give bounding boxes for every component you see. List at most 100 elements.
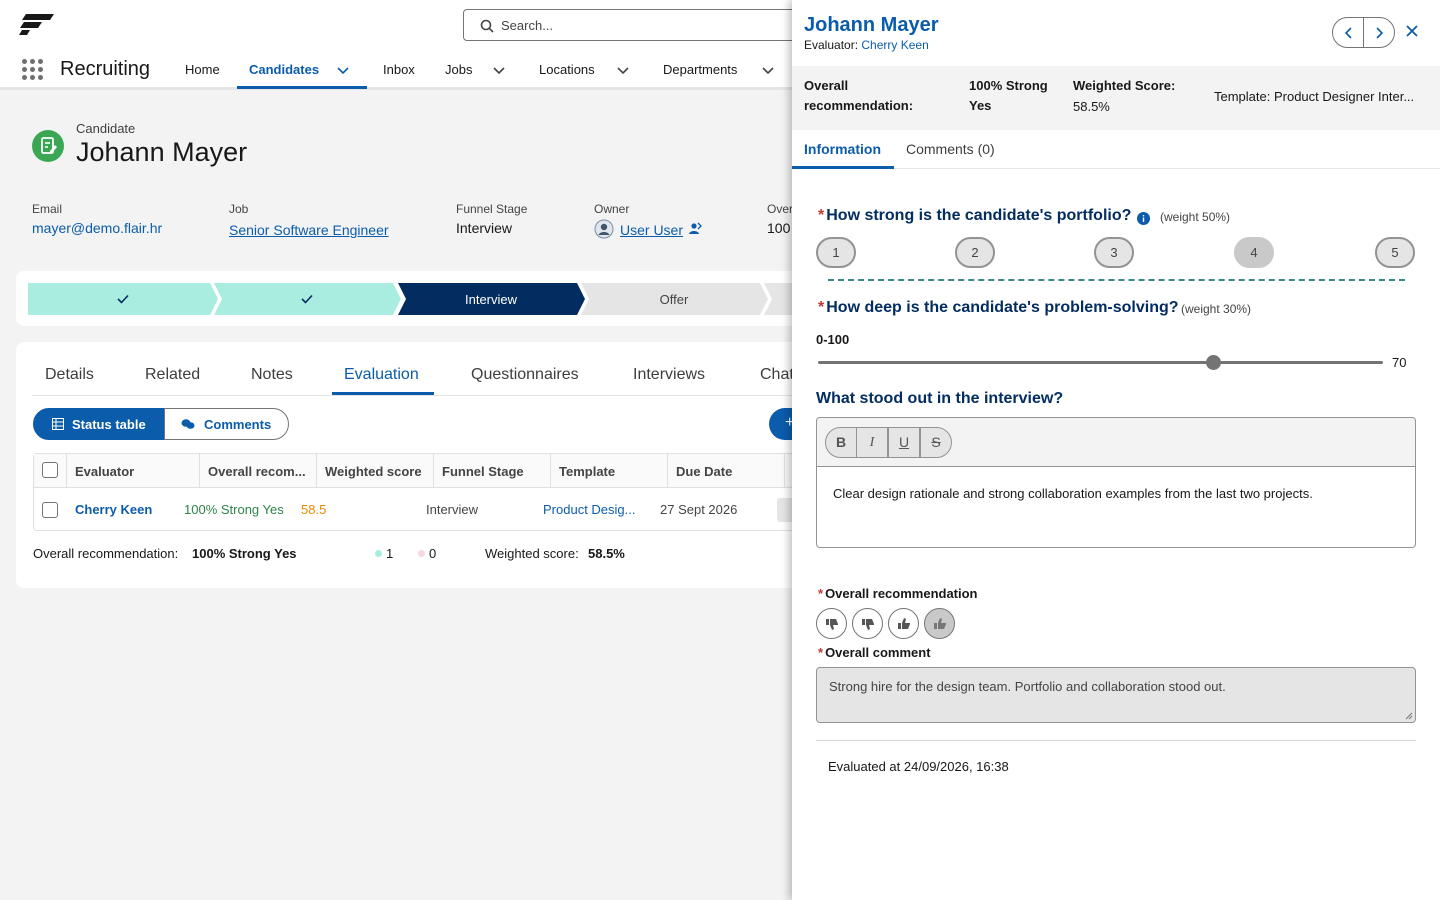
tab-related[interactable]: Related — [145, 366, 200, 384]
tab-chat[interactable]: Chat — [760, 366, 792, 384]
change-owner-icon[interactable] — [688, 222, 702, 236]
column-header[interactable]: Weighted score — [317, 454, 434, 487]
underline-button[interactable]: U — [888, 427, 920, 458]
resize-handle-icon[interactable] — [1405, 712, 1413, 720]
tab-notes[interactable]: Notes — [251, 366, 293, 384]
nav-locations[interactable]: Locations — [539, 62, 595, 77]
column-header[interactable]: Overall recom... — [200, 454, 317, 487]
evaluator-link[interactable]: Cherry Keen — [861, 38, 928, 52]
chevron-down-icon[interactable] — [616, 63, 630, 77]
info-icon[interactable] — [1137, 212, 1150, 225]
overall-comment-textarea[interactable]: Strong hire for the design team. Portfol… — [816, 667, 1416, 723]
italic-button[interactable]: I — [856, 427, 888, 458]
select-all-checkbox[interactable] — [42, 462, 58, 478]
previous-button[interactable] — [1332, 17, 1364, 48]
slider-thumb[interactable] — [1206, 355, 1221, 370]
tabs-card: Details Related Notes Evaluation Questio… — [16, 342, 817, 588]
required-marker: * — [818, 586, 824, 601]
path-step-interview[interactable]: Interview — [396, 283, 586, 315]
thumbs-down-icon — [861, 618, 874, 630]
chevron-right-icon — [1376, 27, 1384, 39]
tab-comments[interactable]: Comments (0) — [906, 141, 995, 157]
column-header[interactable]: Template — [551, 454, 668, 487]
evaluated-at: Evaluated at 24/09/2026, 16:38 — [828, 759, 1009, 774]
path-step-complete-1[interactable] — [28, 283, 218, 315]
tab-interviews[interactable]: Interviews — [633, 366, 705, 384]
question-problem-solving-weight: (weight 30%) — [1181, 302, 1252, 316]
required-marker: * — [818, 645, 824, 660]
nav-home[interactable]: Home — [185, 62, 220, 77]
yes-button[interactable] — [888, 608, 919, 639]
chevron-down-icon[interactable] — [492, 63, 506, 77]
bold-button[interactable]: B — [825, 427, 857, 458]
divider — [816, 740, 1416, 741]
app-name: Recruiting — [60, 58, 151, 80]
tab-evaluation[interactable]: Evaluation — [344, 366, 419, 384]
overall-comment-text: Strong hire for the design team. Portfol… — [829, 679, 1226, 694]
status-table-label: Status table — [72, 416, 146, 432]
question-portfolio-weight: (weight 50%) — [1160, 210, 1231, 224]
overall-summary-value: 100% Strong Yes — [192, 546, 297, 561]
nav-departments[interactable]: Departments — [663, 62, 737, 77]
tab-active-indicator — [332, 392, 434, 395]
owner-link[interactable]: User User — [620, 222, 683, 238]
template-meta: Template: Product Designer Inter... — [1214, 89, 1415, 104]
question-stood-out-title: What stood out in the interview? — [816, 390, 1064, 407]
chat-bubbles-icon — [181, 419, 195, 429]
email-link[interactable]: mayer@demo.flair.hr — [32, 220, 162, 236]
weighted-meta-label: Weighted Score: — [1073, 78, 1176, 93]
tab-divider — [32, 395, 816, 396]
rating-option-1[interactable]: 1 — [816, 237, 856, 268]
nav-jobs[interactable]: Jobs — [445, 62, 472, 77]
nav-active-indicator — [237, 86, 367, 89]
column-header[interactable]: Evaluator — [67, 454, 200, 487]
column-header[interactable]: Funnel Stage — [434, 454, 551, 487]
rating-option-2[interactable]: 2 — [955, 237, 995, 268]
chevron-down-icon[interactable] — [336, 63, 350, 77]
app-launcher-icon[interactable] — [22, 59, 44, 81]
overall-meta-value: 100% Strong Yes — [969, 78, 1048, 113]
global-search-input[interactable]: Search... — [463, 9, 823, 41]
close-icon[interactable] — [1404, 23, 1420, 39]
check-icon — [301, 294, 313, 304]
tab-information[interactable]: Information — [804, 141, 881, 157]
evaluator-link[interactable]: Cherry Keen — [75, 502, 152, 517]
path-step-complete-2[interactable] — [212, 283, 402, 315]
question-problem-solving-title: * How deep is the candidate's problem-sol… — [818, 299, 1179, 316]
tab-questionnaires[interactable]: Questionnaires — [471, 366, 579, 384]
template-link[interactable]: Product Desig... — [543, 502, 636, 517]
job-link[interactable]: Senior Software Engineer — [229, 222, 389, 238]
header-divider — [34, 487, 817, 488]
next-button[interactable] — [1363, 17, 1395, 48]
editor-content[interactable]: Clear design rationale and strong collab… — [833, 486, 1313, 501]
overall-summary-label: Overall recommendation: — [33, 546, 179, 561]
panel-title: Johann Mayer — [804, 14, 939, 36]
nav-candidates[interactable]: Candidates — [249, 62, 319, 77]
rating-option-5[interactable]: 5 — [1375, 237, 1415, 268]
job-label: Job — [229, 202, 249, 216]
chevron-down-icon[interactable] — [761, 63, 775, 77]
no-button[interactable] — [852, 608, 883, 639]
weighted-summary-value: 58.5% — [588, 546, 625, 561]
strikethrough-button[interactable]: S — [920, 427, 952, 458]
slider-track[interactable] — [818, 361, 1383, 364]
row-checkbox[interactable] — [42, 502, 58, 518]
column-header[interactable]: Due Date — [668, 454, 785, 487]
question-portfolio-title: * How strong is the candidate's portfolio… — [818, 207, 1132, 224]
rich-text-editor[interactable]: B I U S Clear design rationale and stron… — [816, 417, 1416, 548]
flair-logo[interactable] — [18, 12, 56, 36]
nav-inbox[interactable]: Inbox — [383, 62, 415, 77]
record-type-label: Candidate — [76, 121, 136, 136]
strong-yes-button[interactable] — [924, 608, 955, 639]
overall-recommendation-label: * Overall recommendation — [818, 586, 978, 601]
rating-option-3[interactable]: 3 — [1094, 237, 1134, 268]
rating-option-4[interactable]: 4 — [1234, 237, 1274, 268]
tab-details[interactable]: Details — [45, 366, 94, 384]
comments-button[interactable]: Comments — [164, 408, 289, 440]
overall-meta-label: Overall recommendation: — [804, 78, 914, 113]
owner-avatar-icon — [594, 219, 614, 239]
status-table-button[interactable]: Status table — [33, 408, 165, 440]
path-step-offer[interactable]: Offer — [579, 283, 769, 315]
strong-no-button[interactable] — [816, 608, 847, 639]
recommendation-cell: 100% Strong Yes — [184, 502, 284, 517]
